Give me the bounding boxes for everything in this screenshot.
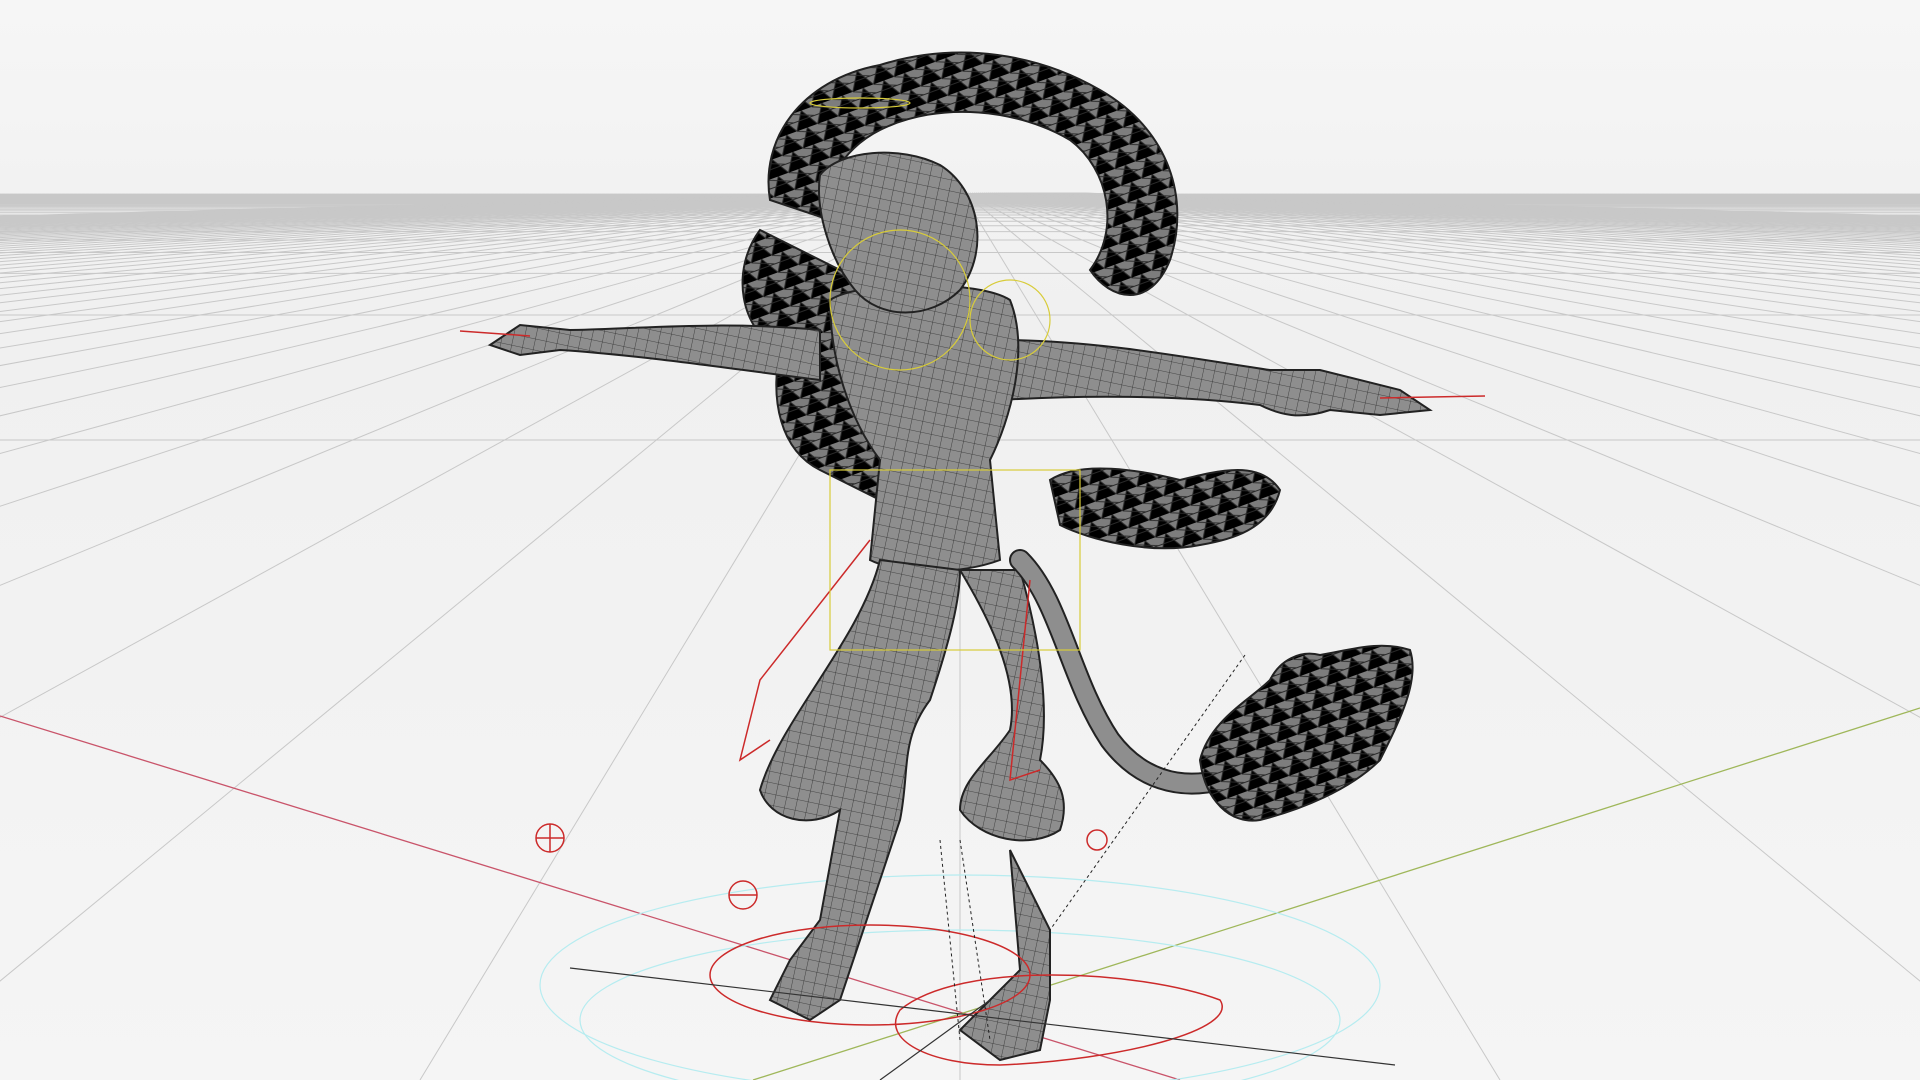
arm-rocks (1048, 467, 1282, 550)
left-leg (758, 558, 962, 1022)
tail-rocks (1198, 644, 1414, 822)
right-arm (999, 338, 1433, 417)
character-model[interactable] (0, 0, 1920, 1080)
ground-controller-cyan (539, 874, 1381, 1080)
right-leg (958, 569, 1065, 1062)
left-arm (487, 323, 821, 382)
3d-viewport[interactable] (0, 0, 1920, 1080)
tail (1011, 551, 1229, 793)
